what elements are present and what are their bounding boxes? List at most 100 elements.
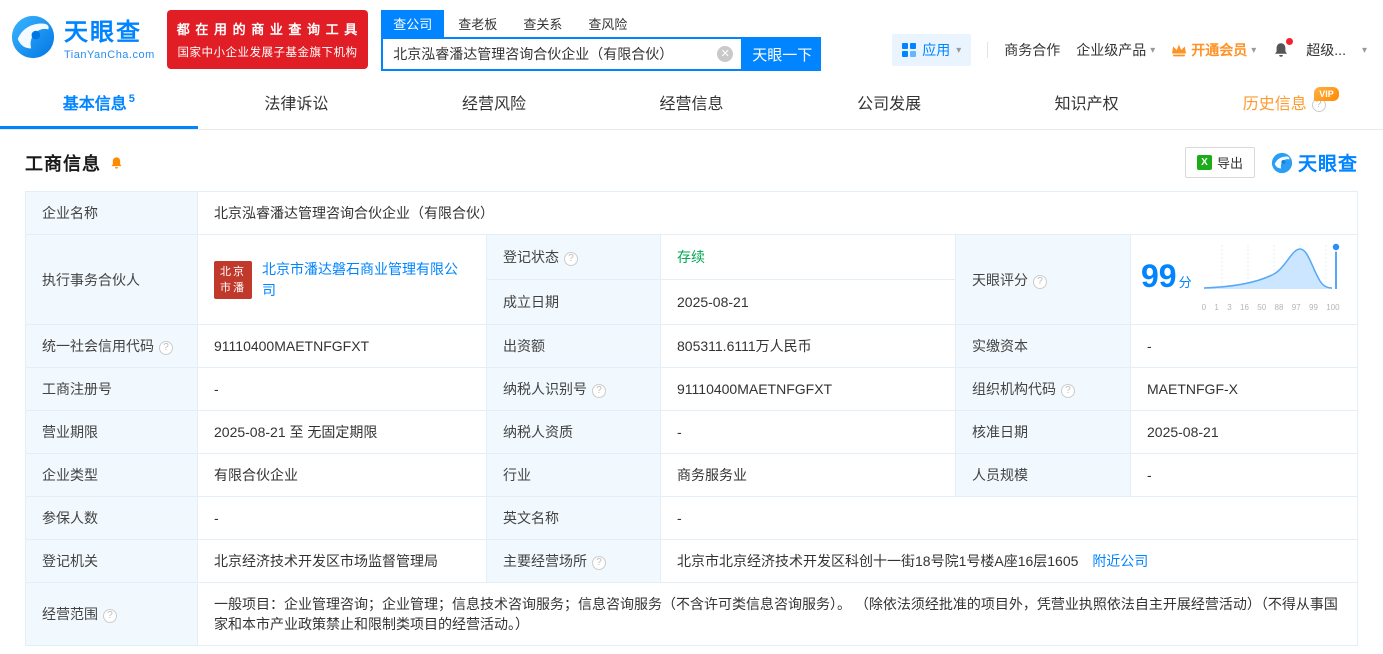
vip-badge: VIP xyxy=(1314,87,1339,101)
info-icon[interactable]: ? xyxy=(159,341,173,355)
company-type-label: 企业类型 xyxy=(25,453,198,497)
partner-company-link[interactable]: 北京市潘达磐石商业管理有限公司 xyxy=(262,259,470,301)
chevron-down-icon: ▾ xyxy=(1251,44,1257,56)
tab-count-badge: 5 xyxy=(128,93,135,105)
tab-company-development[interactable]: 公司发展 xyxy=(790,80,988,129)
row-reg-number: 工商注册号 - 纳税人识别号? 91110400MAETNFGFXT 组织机构代… xyxy=(25,367,1358,411)
user-account[interactable]: 超级... xyxy=(1306,40,1346,60)
chevron-down-icon: ▾ xyxy=(956,44,962,56)
org-code-label: 组织机构代码? xyxy=(955,367,1131,411)
row-authority: 登记机关 北京经济技术开发区市场监督管理局 主要经营场所? 北京市北京经济技术开… xyxy=(25,539,1358,583)
apps-menu[interactable]: 应用 ▾ xyxy=(892,34,972,66)
english-name-value: - xyxy=(660,496,1358,540)
notification-dot xyxy=(1286,38,1294,45)
row-business-scope: 经营范围? 一般项目：企业管理咨询；企业管理；信息技术咨询服务；信息咨询服务（不… xyxy=(25,582,1358,646)
cooperation-label: 商务合作 xyxy=(1004,42,1061,58)
grid-icon xyxy=(902,43,917,57)
nearby-companies-link[interactable]: 附近公司 xyxy=(1092,553,1148,569)
company-nav-tabs: 基本信息 5 法律诉讼 经营风险 经营信息 公司发展 知识产权 历史信息? VIP xyxy=(0,80,1383,130)
score-axis-ticks: 0 1 3 16 50 88 97 99 100 xyxy=(1201,303,1340,312)
menu-enterprise-products[interactable]: 企业级产品 ▾ xyxy=(1076,40,1155,60)
info-icon[interactable]: ? xyxy=(103,609,117,623)
enterprise-label: 企业级产品 xyxy=(1076,42,1147,58)
scope-value: 一般项目：企业管理咨询；企业管理；信息技术咨询服务；信息咨询服务（不含许可类信息… xyxy=(197,582,1358,646)
term-label: 营业期限 xyxy=(25,410,198,454)
logo-title: 天眼查 xyxy=(64,19,142,46)
info-icon[interactable]: ? xyxy=(592,384,606,398)
scope-label: 经营范围? xyxy=(25,582,198,646)
authority-label: 登记机关 xyxy=(25,539,198,583)
industry-value: 商务服务业 xyxy=(660,453,956,497)
tianyancha-logo[interactable]: 天眼查 TianYanCha.com xyxy=(10,12,155,61)
tax-qual-label: 纳税人资质 xyxy=(486,410,661,454)
address-label: 主要经营场所? xyxy=(486,539,661,583)
tab-intellectual-property[interactable]: 知识产权 xyxy=(988,80,1186,129)
industry-label: 行业 xyxy=(486,453,661,497)
tab-basic-info[interactable]: 基本信息 5 xyxy=(0,80,198,129)
notifications-bell[interactable] xyxy=(1272,38,1294,59)
score-label: 天眼评分? xyxy=(955,234,1131,325)
tab-history-info[interactable]: 历史信息? VIP xyxy=(1185,80,1383,129)
excel-icon: X xyxy=(1196,155,1212,170)
approval-date-value: 2025-08-21 xyxy=(1130,410,1358,454)
row-partner-status: 执行事务合伙人 北京市潘 北京市潘达磐石商业管理有限公司 登记状态? 存续 天眼… xyxy=(25,234,1358,325)
capital-value: 805311.6111万人民币 xyxy=(660,324,956,368)
info-icon[interactable]: ? xyxy=(592,556,606,570)
subscribe-bell-icon[interactable] xyxy=(109,155,124,171)
capital-label: 出资额 xyxy=(486,324,661,368)
search-input[interactable] xyxy=(383,39,742,69)
tab-basic-info-label: 基本信息 xyxy=(62,96,127,113)
export-label: 导出 xyxy=(1216,156,1243,171)
org-code-value: MAETNFGF-X xyxy=(1130,367,1358,411)
reg-number-label: 工商注册号 xyxy=(25,367,198,411)
score-value: 99 分 0 1 3 16 50 88 97 99 100 xyxy=(1130,234,1358,325)
menu-cooperation[interactable]: 商务合作 xyxy=(1004,40,1060,60)
english-name-label: 英文名称 xyxy=(486,496,661,540)
tab-business-info[interactable]: 经营信息 xyxy=(593,80,791,129)
est-date-value: 2025-08-21 xyxy=(660,279,956,325)
search-block: 查公司 查老板 查关系 查风险 ✕ 天眼一下 xyxy=(381,10,822,71)
slogan-line2: 国家中小企业发展子基金旗下机构 xyxy=(177,47,358,59)
search-tab-relation[interactable]: 查关系 xyxy=(511,10,574,37)
paid-capital-label: 实缴资本 xyxy=(955,324,1131,368)
credit-code-label: 统一社会信用代码? xyxy=(25,324,198,368)
tab-intellectual-property-label: 知识产权 xyxy=(1054,96,1119,113)
company-name-value: 北京泓睿潘达管理咨询合伙企业（有限合伙） xyxy=(197,191,1358,235)
reg-status-value: 存续 xyxy=(660,234,956,280)
business-info-table: 企业名称 北京泓睿潘达管理咨询合伙企业（有限合伙） 执行事务合伙人 北京市潘 北… xyxy=(25,191,1358,646)
staff-value: - xyxy=(1130,453,1358,497)
info-icon[interactable]: ? xyxy=(1033,274,1047,289)
info-icon[interactable]: ? xyxy=(1061,384,1075,398)
header-menu: 应用 ▾ 商务合作 企业级产品 ▾ 开通会员 ▾ 超级... ▾ xyxy=(892,34,1367,66)
tab-business-info-label: 经营信息 xyxy=(659,96,724,113)
apps-label: 应用 xyxy=(922,42,951,58)
crown-icon xyxy=(1172,44,1187,57)
search-tab-risk[interactable]: 查风险 xyxy=(576,10,639,37)
partner-logo-avatar: 北京市潘 xyxy=(214,260,252,299)
search-type-tabs: 查公司 查老板 查关系 查风险 xyxy=(381,10,821,37)
divider xyxy=(987,42,989,58)
company-name-label: 企业名称 xyxy=(25,191,198,235)
watermark-logo-icon xyxy=(1271,152,1293,173)
company-type-value: 有限合伙企业 xyxy=(197,453,487,497)
search-button[interactable]: 天眼一下 xyxy=(743,37,822,71)
logo-subtitle: TianYanCha.com xyxy=(64,49,155,61)
info-icon[interactable]: ? xyxy=(564,252,578,266)
open-vip-label: 开通会员 xyxy=(1191,42,1248,58)
export-button[interactable]: X 导出 xyxy=(1184,147,1255,178)
partner-label: 执行事务合伙人 xyxy=(25,234,198,325)
search-tab-boss[interactable]: 查老板 xyxy=(446,10,509,37)
paid-capital-value: - xyxy=(1130,324,1358,368)
term-value: 2025-08-21 至 无固定期限 xyxy=(197,410,487,454)
account-chevron-down-icon[interactable]: ▾ xyxy=(1362,45,1367,56)
authority-value: 北京经济技术开发区市场监督管理局 xyxy=(197,539,487,583)
search-tab-company[interactable]: 查公司 xyxy=(381,10,445,37)
menu-open-vip[interactable]: 开通会员 ▾ xyxy=(1171,40,1256,60)
chevron-down-icon: ▾ xyxy=(1150,44,1156,56)
top-header: 天眼查 TianYanCha.com 都 在 用 的 商 业 查 询 工 具 国… xyxy=(0,0,1383,80)
tab-legal-litigation[interactable]: 法律诉讼 xyxy=(198,80,396,129)
section-title: 工商信息 xyxy=(25,153,101,174)
tab-operation-risk[interactable]: 经营风险 xyxy=(395,80,593,129)
approval-date-label: 核准日期 xyxy=(955,410,1131,454)
score-distribution-chart: 0 1 3 16 50 88 97 99 100 xyxy=(1202,241,1342,318)
